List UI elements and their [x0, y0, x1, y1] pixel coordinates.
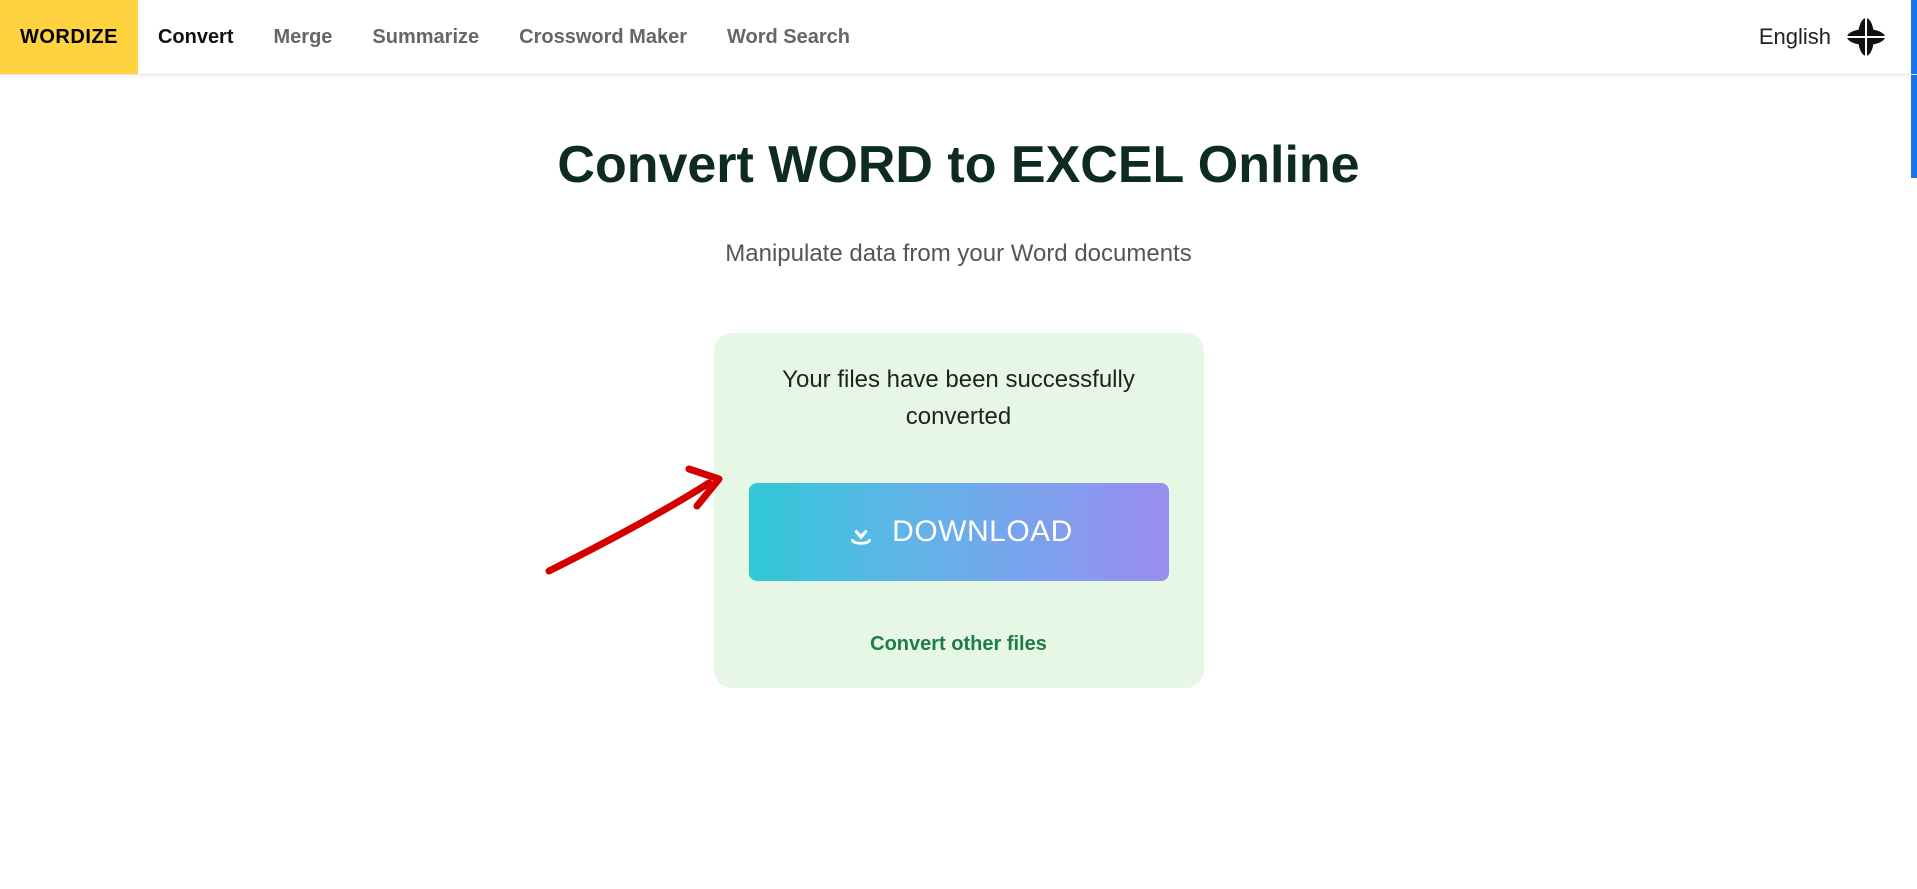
annotation-arrow: [539, 451, 749, 581]
page-title: Convert WORD to EXCEL Online: [0, 135, 1917, 195]
download-icon: [844, 515, 878, 549]
globe-icon[interactable]: [1845, 16, 1887, 58]
download-button-label: DOWNLOAD: [892, 515, 1073, 549]
convert-other-link[interactable]: Convert other files: [870, 633, 1047, 656]
success-message: Your files have been successfully conver…: [744, 361, 1174, 435]
page-subtitle: Manipulate data from your Word documents: [0, 240, 1917, 268]
main-content: Convert WORD to EXCEL Online Manipulate …: [0, 135, 1917, 688]
nav-links: Convert Merge Summarize Crossword Maker …: [138, 0, 870, 74]
nav-link-convert[interactable]: Convert: [138, 0, 254, 74]
nav-link-crossword-maker[interactable]: Crossword Maker: [499, 0, 707, 74]
download-button[interactable]: DOWNLOAD: [749, 483, 1169, 581]
result-card: Your files have been successfully conver…: [714, 333, 1204, 688]
nav-link-word-search[interactable]: Word Search: [707, 0, 870, 74]
nav-right: English: [1759, 16, 1917, 58]
nav-link-summarize[interactable]: Summarize: [352, 0, 499, 74]
nav-link-merge[interactable]: Merge: [254, 0, 353, 74]
top-navbar: WORDIZE Convert Merge Summarize Crosswor…: [0, 0, 1917, 75]
brand-logo[interactable]: WORDIZE: [0, 0, 138, 74]
language-selector[interactable]: English: [1759, 24, 1831, 50]
